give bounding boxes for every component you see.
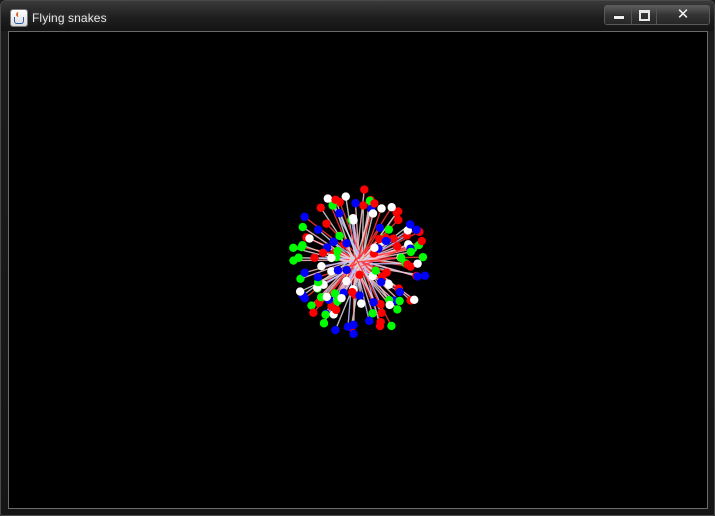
snake-head xyxy=(321,310,330,319)
snake-head xyxy=(333,266,343,275)
snake-head xyxy=(387,203,396,212)
snake-head xyxy=(370,243,379,253)
snake-head xyxy=(370,199,379,208)
window-title: Flying snakes xyxy=(32,11,107,25)
snake-head xyxy=(368,309,377,318)
snake-head xyxy=(309,308,318,317)
snake-head xyxy=(375,321,385,331)
snake-head xyxy=(377,308,386,317)
snake-head xyxy=(348,214,358,223)
java-cup-shape xyxy=(14,17,24,24)
snake-head xyxy=(405,220,415,229)
snake-head xyxy=(418,252,428,262)
snake-head xyxy=(305,234,314,243)
snake-head xyxy=(376,299,385,309)
snake-head xyxy=(364,316,374,326)
snake-head xyxy=(349,320,358,330)
snake-head xyxy=(331,305,341,315)
snake-head xyxy=(369,298,378,307)
title-bar[interactable]: Flying snakes ✕ xyxy=(1,1,714,31)
snake-head xyxy=(382,268,391,277)
snake-head xyxy=(300,268,309,277)
snake-head xyxy=(413,272,422,281)
snake-head xyxy=(298,222,307,232)
snake-head xyxy=(351,199,360,208)
snake-swarm-drawing xyxy=(289,185,430,339)
snake-head xyxy=(313,225,323,234)
snake-head xyxy=(360,185,369,194)
snake-head xyxy=(385,300,394,310)
snake-head xyxy=(331,325,340,335)
snake-head xyxy=(417,236,426,246)
snake-head xyxy=(381,236,391,246)
minimize-icon xyxy=(614,16,624,19)
snake-head xyxy=(393,305,402,314)
snake-head xyxy=(310,253,319,262)
snake-head xyxy=(335,209,344,218)
snake-head xyxy=(368,209,378,218)
snake-head xyxy=(397,253,406,263)
snake-head xyxy=(313,272,323,282)
snake-head xyxy=(349,329,358,339)
snake-head xyxy=(317,261,326,271)
snake-head xyxy=(357,299,366,308)
snake-head xyxy=(335,231,344,241)
snake-head xyxy=(413,259,422,268)
snake-head xyxy=(355,291,364,300)
snake-head xyxy=(342,265,351,275)
maximize-button[interactable] xyxy=(632,6,657,24)
snake-head xyxy=(327,253,336,263)
snake-head xyxy=(318,248,328,258)
snake-head xyxy=(393,242,402,251)
snake-head xyxy=(377,277,386,287)
snake-head xyxy=(331,195,340,204)
snake-head xyxy=(371,266,380,275)
app-window: Flying snakes ✕ xyxy=(0,0,715,516)
snake-head xyxy=(307,301,316,310)
snake-head xyxy=(289,243,298,252)
snake-head xyxy=(319,319,329,328)
snake-head xyxy=(395,287,404,297)
snake-head xyxy=(342,239,351,248)
snake-head xyxy=(295,287,305,296)
snake-head xyxy=(387,321,396,331)
snake-head xyxy=(420,271,430,280)
close-button[interactable]: ✕ xyxy=(657,6,709,24)
snake-head xyxy=(406,247,416,257)
maximize-icon xyxy=(639,10,650,21)
snake-head xyxy=(384,225,394,234)
snake-head xyxy=(377,204,386,213)
snake-head xyxy=(394,215,403,225)
snake-head xyxy=(395,296,404,306)
snake-head xyxy=(384,280,394,290)
snake-head xyxy=(410,295,419,305)
snake-head xyxy=(322,292,331,302)
snake-head xyxy=(355,270,364,280)
snake-head xyxy=(300,212,309,221)
snake-head xyxy=(347,287,357,297)
snake-head xyxy=(329,237,338,246)
java-cup-icon[interactable] xyxy=(11,10,27,26)
close-icon: ✕ xyxy=(676,5,690,23)
caption-buttons: ✕ xyxy=(604,5,710,25)
snake-head xyxy=(375,223,385,233)
snake-head xyxy=(316,203,325,212)
snake-head xyxy=(298,241,307,250)
snake-head xyxy=(289,256,298,265)
snake-head xyxy=(322,219,331,228)
minimize-button[interactable] xyxy=(605,6,632,24)
snake-head xyxy=(403,260,412,269)
snake-head xyxy=(337,293,346,303)
snake-head xyxy=(342,276,351,286)
animation-canvas[interactable] xyxy=(8,31,708,509)
